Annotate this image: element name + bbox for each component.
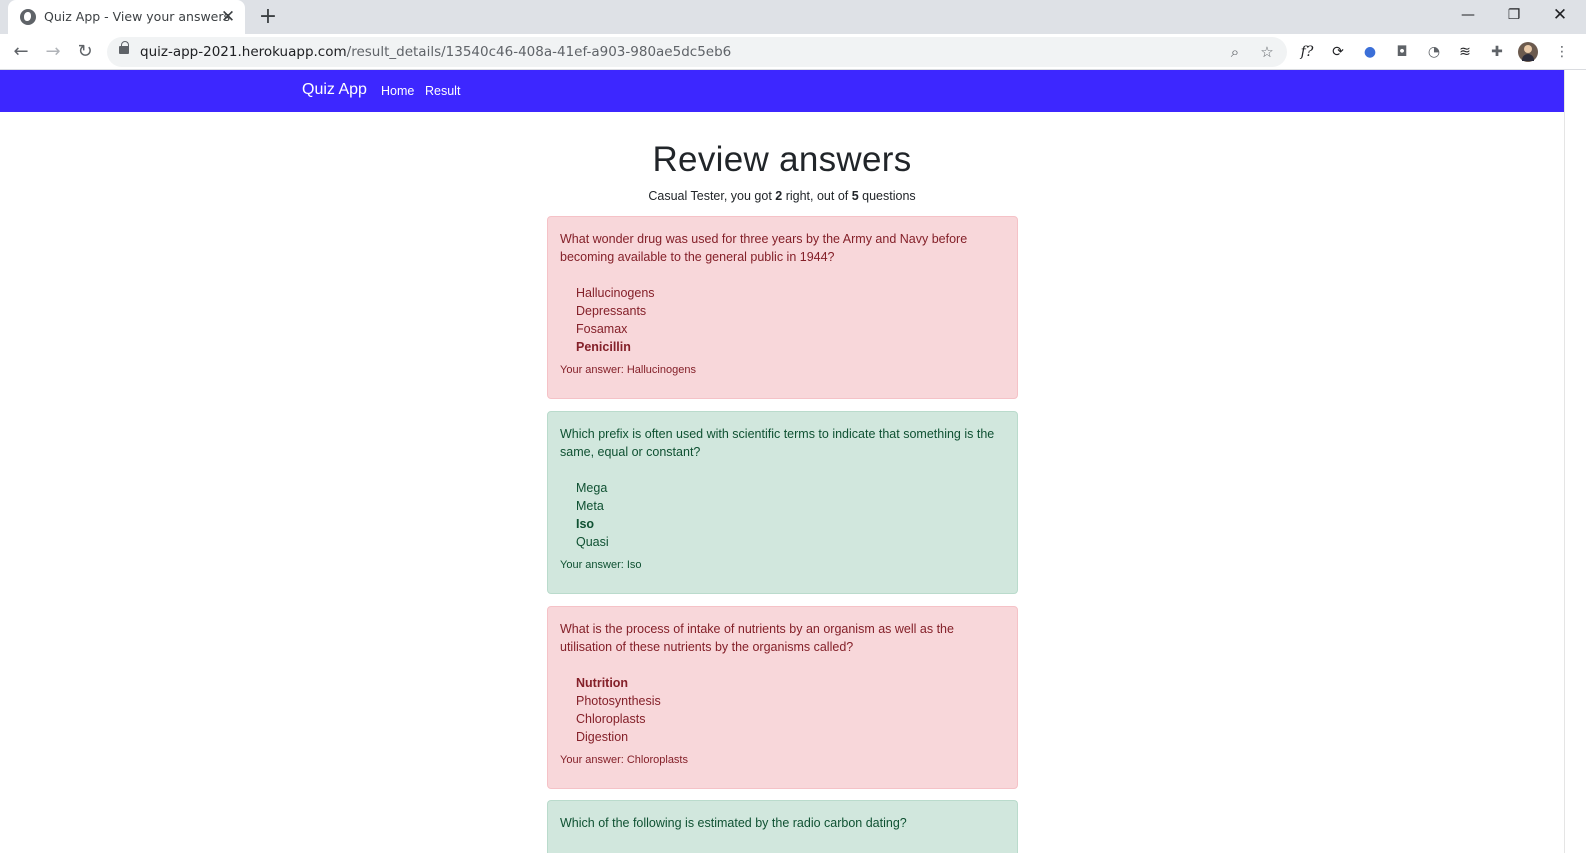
question-card: Which prefix is often used with scientif… xyxy=(547,411,1018,594)
url-path: /result_details/13540c46-408a-41ef-a903-… xyxy=(346,44,732,60)
reload-icon[interactable]: ↻ xyxy=(71,38,99,66)
total-count: 5 xyxy=(851,189,859,203)
font-extension-icon[interactable]: f? xyxy=(1297,42,1317,62)
question-text: What is the process of intake of nutrien… xyxy=(560,622,954,654)
answer-option: Meta xyxy=(576,499,604,513)
forward-arrow-icon[interactable]: → xyxy=(39,38,67,66)
question-card: What is the process of intake of nutrien… xyxy=(547,606,1018,789)
app-navbar: Quiz App Home Result xyxy=(0,70,1564,112)
nav-link-result[interactable]: Result xyxy=(425,84,460,98)
summary-prefix: Casual Tester, you got xyxy=(648,189,776,203)
question-text: What wonder drug was used for three year… xyxy=(560,232,968,264)
circle-extension-icon[interactable]: ● xyxy=(1360,42,1380,62)
question-text: Which prefix is often used with scientif… xyxy=(560,427,995,459)
summary-middle: right, out of xyxy=(782,189,852,203)
summary-suffix: questions xyxy=(858,189,916,203)
answer-option: Photosynthesis xyxy=(576,694,661,708)
url-text[interactable]: quiz-app-2021.herokuapp.com/result_detai… xyxy=(140,44,731,60)
your-answer: Your answer: Chloroplasts xyxy=(560,754,688,766)
browser-tab[interactable]: Quiz App - View your answers ✕ xyxy=(8,0,245,34)
correct-answer-option: Penicillin xyxy=(576,340,631,354)
answer-options: Nutrition Photosynthesis Chloroplasts Di… xyxy=(576,674,1005,746)
answer-options: Hallucinogens Depressants Fosamax Penici… xyxy=(576,284,1005,356)
lock-icon[interactable] xyxy=(119,41,129,54)
answer-option: Mega xyxy=(576,481,608,495)
answer-option: Depressants xyxy=(576,304,647,318)
sync-extension-icon[interactable]: ⟳ xyxy=(1328,42,1348,62)
window-close-icon[interactable]: ✕ xyxy=(1537,0,1583,30)
page-scrollbar[interactable] xyxy=(1564,70,1586,853)
profile-avatar[interactable] xyxy=(1518,42,1538,62)
page-title: Review answers xyxy=(652,140,912,179)
layers-extension-icon[interactable]: ≋ xyxy=(1455,42,1475,62)
tab-title: Quiz App - View your answers xyxy=(44,9,231,24)
browser-tabstrip: Quiz App - View your answers ✕ + — ❐ ✕ xyxy=(0,0,1586,34)
answer-option: Quasi xyxy=(576,535,609,549)
puzzle-icon[interactable]: ✚ xyxy=(1487,42,1507,62)
back-arrow-icon[interactable]: ← xyxy=(7,38,35,66)
restore-icon[interactable]: ❐ xyxy=(1491,0,1537,30)
your-answer: Your answer: Iso xyxy=(560,559,642,571)
answer-option: Chloroplasts xyxy=(576,712,646,726)
correct-answer-option: Iso xyxy=(576,517,595,531)
question-card: Which of the following is estimated by t… xyxy=(547,800,1018,853)
score-summary: Casual Tester, you got 2 right, out of 5… xyxy=(0,189,1564,203)
url-host: quiz-app-2021.herokuapp.com xyxy=(140,44,347,60)
browser-toolbar: ← → ↻ quiz-app-2021.herokuapp.com/result… xyxy=(0,34,1586,70)
star-icon[interactable]: ☆ xyxy=(1255,40,1279,64)
answer-option: Hallucinogens xyxy=(576,286,655,300)
question-text: Which of the following is estimated by t… xyxy=(560,816,907,830)
correct-answer-option: Nutrition xyxy=(576,676,629,690)
zoom-icon[interactable]: ⌕ xyxy=(1223,40,1247,64)
nav-link-home[interactable]: Home xyxy=(381,84,414,98)
navbar-brand[interactable]: Quiz App xyxy=(302,81,367,99)
answer-options: Mega Meta Iso Quasi xyxy=(576,479,1005,551)
your-answer: Your answer: Hallucinogens xyxy=(560,364,696,376)
answer-option: Digestion xyxy=(576,730,629,744)
minimize-icon[interactable]: — xyxy=(1445,0,1491,30)
camera-icon[interactable]: ◘ xyxy=(1392,42,1412,62)
close-tab-icon[interactable]: ✕ xyxy=(218,7,238,27)
kebab-menu-icon[interactable]: ⋮ xyxy=(1552,42,1572,62)
new-tab-icon[interactable]: + xyxy=(256,5,280,29)
address-bar[interactable]: quiz-app-2021.herokuapp.com/result_detai… xyxy=(107,37,1287,67)
gauge-extension-icon[interactable]: ◔ xyxy=(1424,42,1444,62)
question-card: What wonder drug was used for three year… xyxy=(547,216,1018,399)
globe-icon xyxy=(20,9,36,25)
answer-option: Fosamax xyxy=(576,322,628,336)
